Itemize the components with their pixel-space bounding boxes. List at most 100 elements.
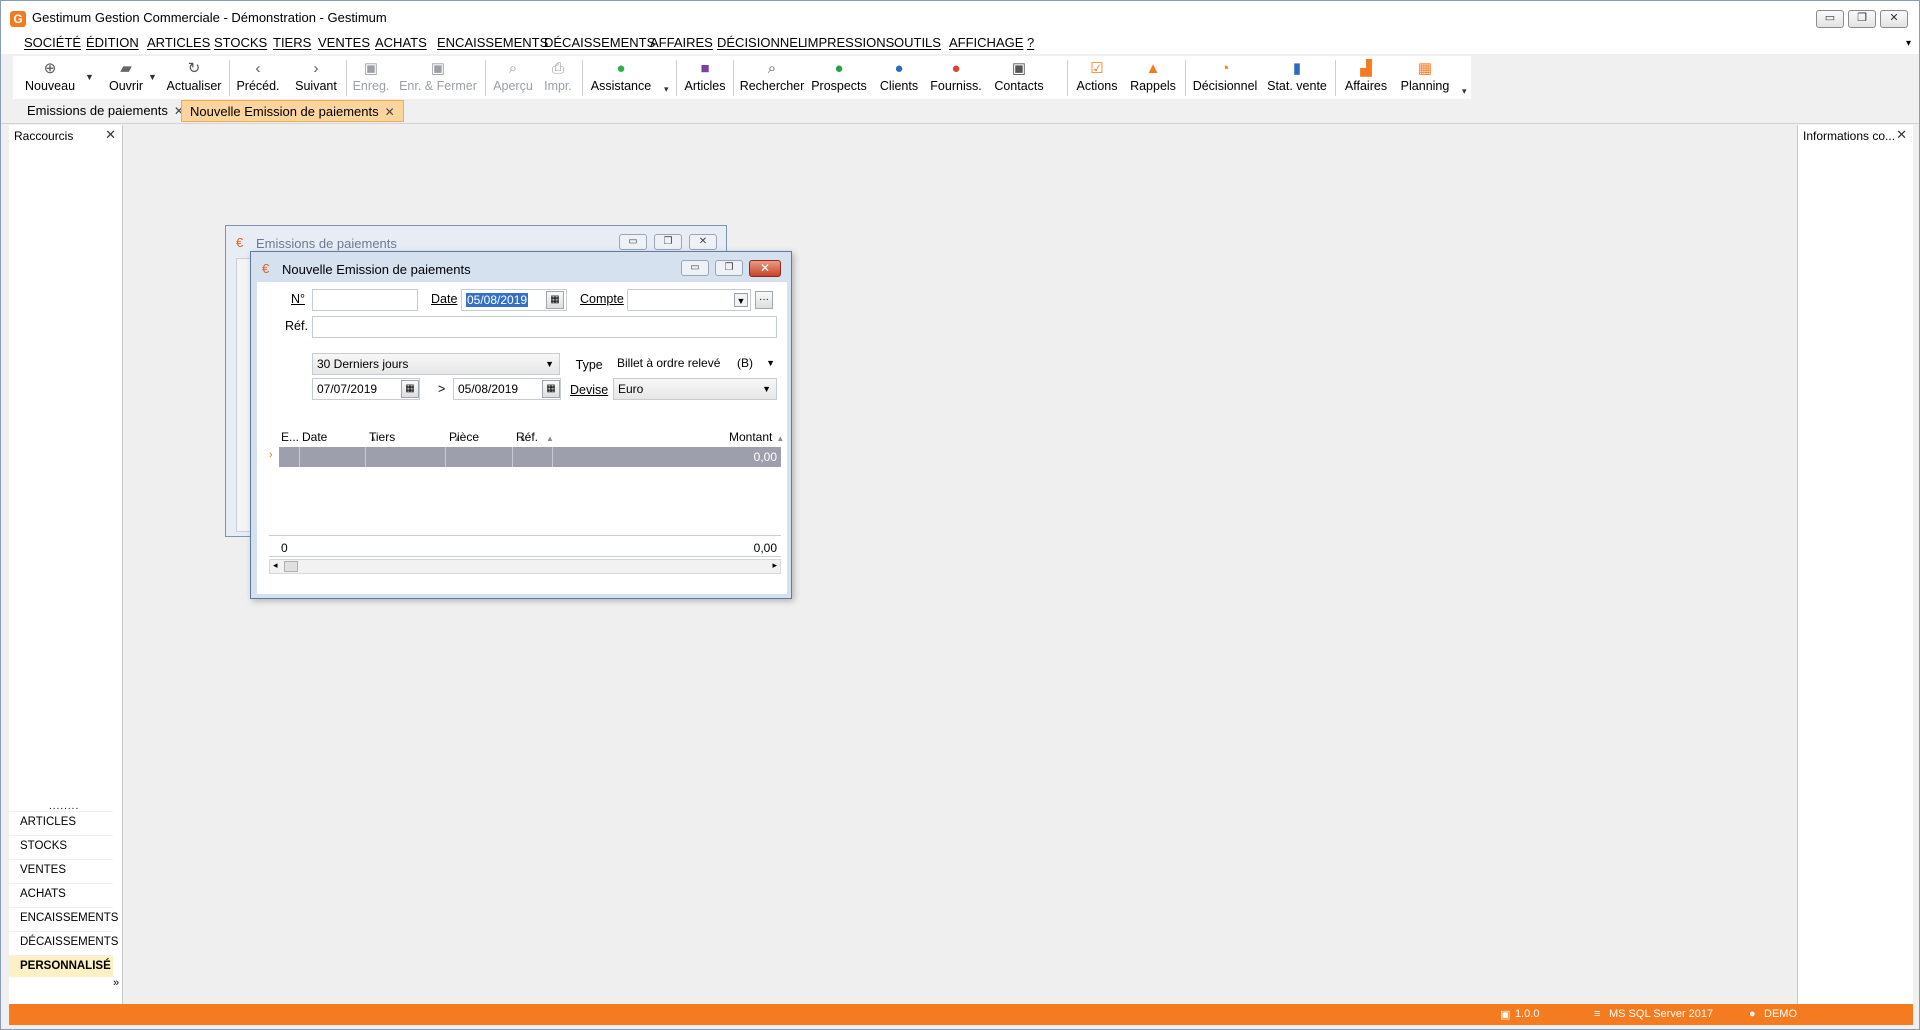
chevron-down-icon[interactable]: ▼ [734,293,748,307]
chevron-down-icon: ▼ [762,384,771,394]
date-input[interactable]: 05/08/2019 ▦ [461,289,567,311]
minimize-button[interactable]: ▭ [1816,10,1844,28]
date-value: 05/08/2019 [466,293,529,307]
scroll-left-icon[interactable]: ◂ [273,560,278,571]
bell-icon: ▲ [1145,60,1161,77]
nav-articles[interactable]: ARTICLES [9,811,113,833]
num-input[interactable] [312,289,418,311]
prospects-button[interactable]: ● Prospects [811,58,867,98]
suivant-button[interactable]: › Suivant [293,58,339,98]
enregistrer-button[interactable]: ▣ Enreg. [351,58,391,98]
tab-nouvelle-emission[interactable]: Nouvelle Emission de paiements ✕ [181,100,404,122]
table-row[interactable]: 0,00 [279,447,781,467]
actions-button[interactable]: ☑ Actions [1073,58,1121,98]
menu-achats[interactable]: ACHATS [375,35,427,50]
decisionnel-button[interactable]: ◔ Décisionnel [1191,58,1259,98]
apercu-button[interactable]: ⌕ Aperçu [491,58,535,98]
menu-help[interactable]: ? [1027,35,1034,50]
column-header-tiers[interactable]: Tiers ▲ [369,430,461,446]
toolbar-overflow-icon[interactable]: ▾ [664,84,669,95]
actualiser-button[interactable]: ↻ Actualiser [166,58,222,98]
scroll-thumb[interactable] [284,561,298,572]
period-select[interactable]: 30 Derniers jours ▼ [312,353,560,375]
payments-grid[interactable]: E... Date ▲ Tiers ▲ Pièce ▲ Réf. ▲ Montant ▲ … [269,430,784,588]
menu-impressions[interactable]: IMPRESSIONS [804,35,894,50]
clients-button[interactable]: ● Clients [877,58,921,98]
calendar-icon[interactable]: ▦ [546,291,564,309]
minimize-button[interactable]: ▭ [619,234,647,250]
nav-ventes[interactable]: VENTES [9,859,113,881]
nouveau-dropdown-icon[interactable]: ▼ [85,72,94,82]
close-button[interactable]: ✕ [749,260,781,277]
rechercher-button[interactable]: ⌕ Rechercher [739,58,805,98]
ref-input[interactable] [312,316,777,338]
menu-decisionnel[interactable]: DÉCISIONNEL [717,35,805,50]
close-icon[interactable]: ✕ [385,105,395,119]
horizontal-scrollbar[interactable]: ◂ ▸ [269,559,781,574]
compte-combo[interactable]: ▼ [627,289,751,311]
imprimer-button[interactable]: ⎙ Impr. [540,58,576,98]
ouvrir-dropdown-icon[interactable]: ▼ [148,72,157,82]
type-combo[interactable]: Billet à ordre relevé (B) ▼ [613,353,777,375]
close-button[interactable]: ✕ [689,234,717,250]
ellipsis-button[interactable]: ··· [755,291,773,309]
planning-button[interactable]: ▦ Planning [1398,58,1452,98]
expand-chevron-icon[interactable]: » [113,977,119,989]
menu-outils[interactable]: OUTILS [894,35,941,50]
calendar-icon[interactable]: ▦ [542,380,560,398]
nav-personnalise[interactable]: PERSONNALISÉ [9,955,113,977]
toolbar-separator [582,60,583,96]
toolbar-overflow-icon[interactable]: ▾ [1462,86,1467,97]
devise-select[interactable]: Euro ▼ [613,378,777,400]
calendar-icon[interactable]: ▦ [401,380,419,398]
fournisseurs-button[interactable]: ● Fourniss. [928,58,984,98]
menu-edition[interactable]: ÉDITION [86,35,139,50]
menu-ventes[interactable]: VENTES [318,35,370,50]
date-from-input[interactable]: 07/07/2019 ▦ [312,378,420,400]
stat-vente-button[interactable]: ▮ Stat. vente [1266,58,1328,98]
menu-encaissements[interactable]: ENCAISSEMENTS [437,35,548,50]
menu-articles[interactable]: ARTICLES [147,35,210,50]
nav-encaissements[interactable]: ENCAISSEMENTS [9,907,118,929]
date-to-input[interactable]: 05/08/2019 ▦ [453,378,561,400]
enregistrer-fermer-label: Enr. & Fermer [399,79,477,93]
restore-button[interactable]: ❐ [654,234,682,250]
contacts-button[interactable]: ▣ Contacts [992,58,1046,98]
nav-achats[interactable]: ACHATS [9,883,113,905]
menu-affichage[interactable]: AFFICHAGE [949,35,1023,50]
tab-emissions-de-paiements[interactable]: Emissions de paiements ✕ [19,100,192,122]
menu-tiers[interactable]: TIERS [273,35,311,50]
enregistrer-fermer-button[interactable]: ▣ Enr. & Fermer [398,58,478,98]
close-button[interactable]: ✕ [1880,10,1908,28]
menu-stocks[interactable]: STOCKS [214,35,267,50]
bar-chart-icon: ▮ [1292,60,1302,77]
scroll-right-icon[interactable]: ▸ [772,560,777,571]
column-header-date[interactable]: Date ▲ [302,430,377,446]
nav-stocks[interactable]: STOCKS [9,835,113,857]
ouvrir-button[interactable]: ▰ Ouvrir [103,58,149,98]
menu-affaires[interactable]: AFFAIRES [650,35,713,50]
close-icon[interactable]: ✕ [105,127,116,143]
menu-overflow-icon[interactable]: ▾ [1906,38,1911,49]
column-header-e[interactable]: E... [281,430,299,446]
nouveau-button[interactable]: ⊕ Nouveau [25,58,75,98]
close-icon[interactable]: ✕ [1896,127,1907,143]
chevron-down-icon[interactable]: ▼ [766,358,775,368]
assistance-button[interactable]: ● Assistance [588,58,654,98]
user-icon: ● [1749,1008,1756,1020]
column-header-montant[interactable]: Montant ▲ [729,430,784,446]
rappels-button[interactable]: ▲ Rappels [1129,58,1177,98]
precedent-button[interactable]: ‹ Précéd. [235,58,281,98]
search-people-icon: ⌕ [767,60,777,77]
menu-decaissements[interactable]: DÉCAISSEMENTS [544,35,655,50]
affaires-button[interactable]: ▟ Affaires [1341,58,1391,98]
nouvelle-emission-dialog[interactable]: € Nouvelle Emission de paiements ▭ ❐ ✕ N… [250,251,792,599]
nav-decaissements[interactable]: DÉCAISSEMENTS [9,931,118,953]
articles-button[interactable]: ■ Articles [683,58,727,98]
restore-button[interactable]: ❐ [715,260,743,276]
menu-societe[interactable]: SOCIÉTÉ [24,35,81,50]
column-header-label: Pièce [449,430,480,444]
minimize-button[interactable]: ▭ [681,260,709,276]
restore-button[interactable]: ❐ [1848,10,1876,28]
column-header-ref[interactable]: Réf. ▲ [516,430,554,446]
